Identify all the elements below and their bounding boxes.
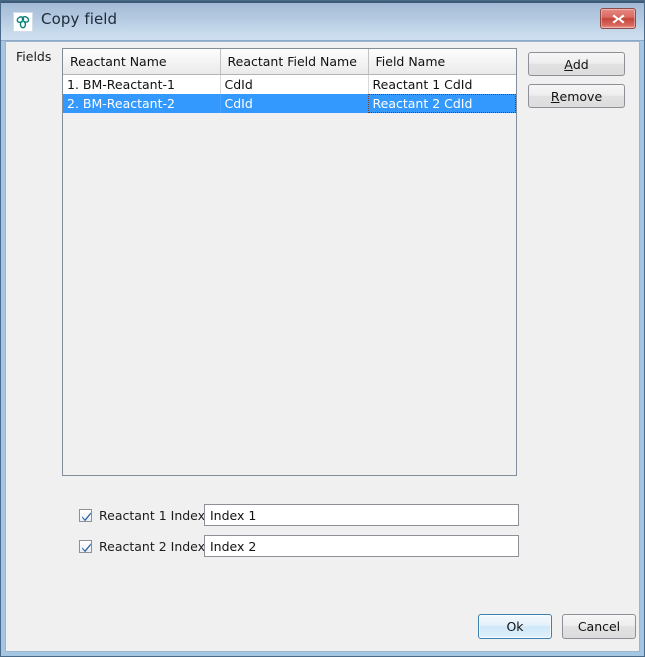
close-icon — [612, 14, 625, 24]
cell-reactant-name[interactable]: 1. BM-Reactant-1 — [63, 74, 221, 94]
column-header-reactant-field-name[interactable]: Reactant Field Name — [220, 49, 369, 75]
table-row[interactable]: 2. BM-Reactant-2 CdId Reactant 2 CdId — [63, 94, 516, 113]
fields-table: Reactant Name Reactant Field Name Field … — [63, 49, 516, 113]
column-header-reactant-name[interactable]: Reactant Name — [63, 49, 221, 75]
checkmark-icon — [82, 542, 91, 552]
reactant-2-index-checkbox[interactable] — [79, 539, 92, 553]
window-title: Copy field — [41, 10, 118, 28]
remove-button-label-rest: emove — [559, 88, 603, 104]
copy-field-dialog: Copy field Fields Reactant Name Reactant… — [0, 0, 645, 657]
molecule-icon — [13, 12, 33, 32]
cancel-button[interactable]: Cancel — [562, 614, 636, 639]
title-bar-top-edge — [1, 1, 644, 3]
reactant-2-index-input[interactable] — [204, 535, 519, 557]
remove-button[interactable]: Remove — [528, 84, 625, 108]
table-header-row: Reactant Name Reactant Field Name Field … — [63, 49, 516, 75]
reactant-1-index-checkbox[interactable] — [79, 508, 92, 522]
cell-reactant-name[interactable]: 2. BM-Reactant-2 — [63, 94, 221, 113]
cell-field-name[interactable]: Reactant 2 CdId — [368, 94, 516, 113]
add-button[interactable]: Add — [528, 52, 625, 76]
reactant-1-index-row: Reactant 1 Index — [79, 504, 205, 526]
column-header-field-name[interactable]: Field Name — [368, 49, 516, 75]
reactant-2-index-row: Reactant 2 Index — [79, 535, 205, 557]
add-button-mnemonic: A — [564, 56, 573, 72]
close-button[interactable] — [600, 8, 636, 29]
add-button-label-rest: dd — [572, 56, 589, 72]
cell-field-name[interactable]: Reactant 1 CdId — [368, 74, 516, 94]
remove-button-mnemonic: R — [550, 88, 560, 104]
checkmark-icon — [82, 511, 91, 521]
fields-table-panel[interactable]: Reactant Name Reactant Field Name Field … — [62, 48, 517, 476]
ok-button[interactable]: Ok — [478, 614, 552, 639]
cell-reactant-field-name[interactable]: CdId — [220, 74, 369, 94]
title-bar: Copy field — [1, 1, 644, 41]
reactant-1-index-input[interactable] — [204, 504, 519, 526]
table-row[interactable]: 1. BM-Reactant-1 CdId Reactant 1 CdId — [63, 74, 516, 94]
cell-reactant-field-name[interactable]: CdId — [220, 94, 369, 113]
reactant-2-index-label: Reactant 2 Index — [99, 538, 206, 554]
reactant-1-index-label: Reactant 1 Index — [99, 507, 206, 523]
fields-label: Fields — [16, 49, 52, 64]
